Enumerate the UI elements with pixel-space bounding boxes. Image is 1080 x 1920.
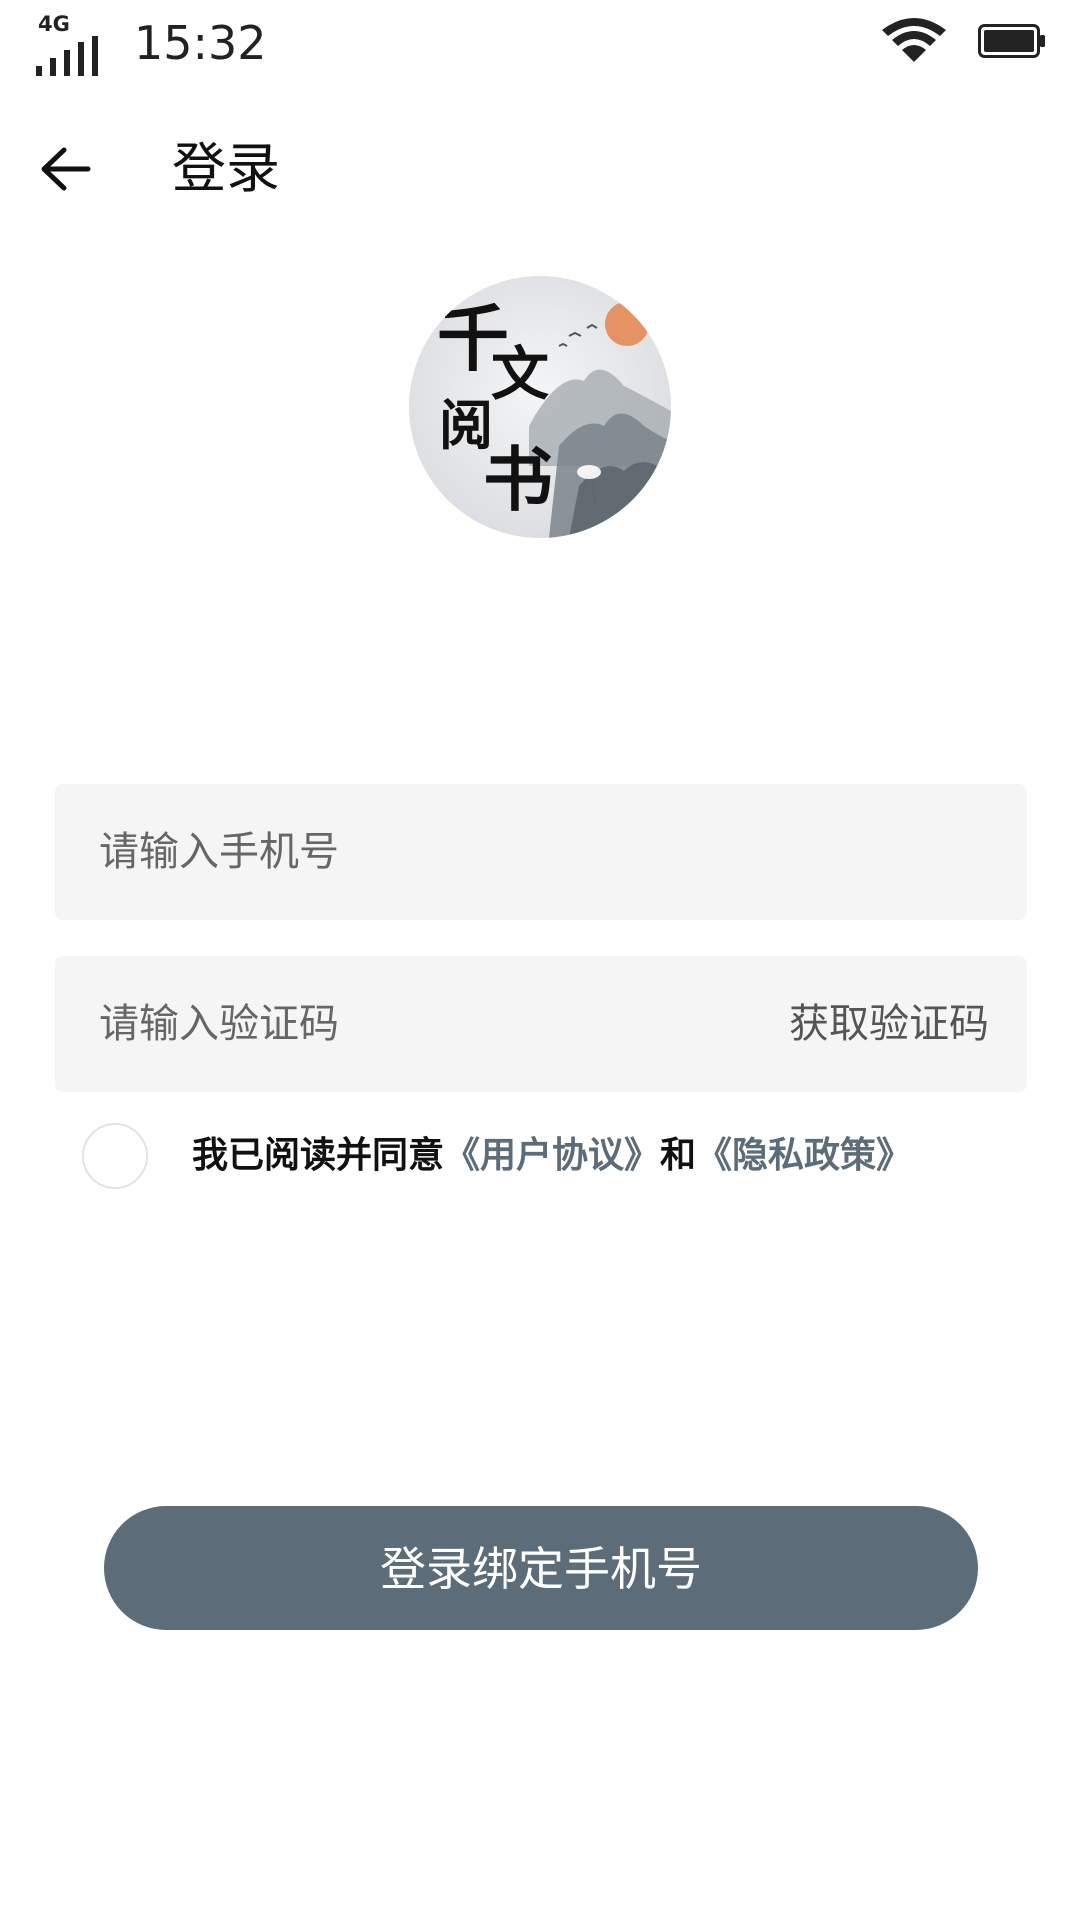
code-input-box: 获取验证码 bbox=[55, 956, 1027, 1092]
status-bar: 4G 15:32 bbox=[0, 0, 1080, 90]
privacy-policy-link[interactable]: 《隐私政策》 bbox=[696, 1135, 912, 1176]
get-code-button[interactable]: 获取验证码 bbox=[789, 956, 989, 1092]
title-bar: 登录 bbox=[0, 120, 1080, 220]
app-logo: 千 文 阅 书 bbox=[409, 276, 671, 538]
page-title: 登录 bbox=[172, 137, 280, 200]
login-bind-phone-button[interactable]: 登录绑定手机号 bbox=[104, 1506, 978, 1630]
wifi-icon bbox=[882, 18, 946, 62]
logo-char-4: 书 bbox=[483, 438, 553, 521]
logo-image: 千 文 阅 书 bbox=[409, 276, 671, 538]
agreement-checkbox[interactable] bbox=[82, 1123, 148, 1189]
signal-icon bbox=[36, 36, 98, 76]
signal-indicator: 4G bbox=[36, 12, 98, 76]
agreement-prefix: 我已阅读并同意 bbox=[192, 1135, 445, 1176]
agreement-row: 我已阅读并同意《用户协议》和《隐私政策》 bbox=[82, 1121, 1042, 1191]
verification-code-input[interactable] bbox=[99, 956, 799, 1092]
network-type: 4G bbox=[38, 12, 70, 36]
logo-char-2: 文 bbox=[491, 340, 549, 408]
battery-icon bbox=[978, 24, 1045, 58]
user-agreement-link[interactable]: 《用户协议》 bbox=[444, 1135, 660, 1176]
phone-input[interactable] bbox=[99, 784, 799, 920]
agreement-conjunction: 和 bbox=[660, 1135, 697, 1176]
clock: 15:32 bbox=[134, 16, 267, 70]
phone-input-box bbox=[55, 784, 1027, 920]
agreement-text: 我已阅读并同意《用户协议》和《隐私政策》 bbox=[192, 1121, 912, 1191]
arrow-left-icon[interactable] bbox=[38, 142, 92, 196]
